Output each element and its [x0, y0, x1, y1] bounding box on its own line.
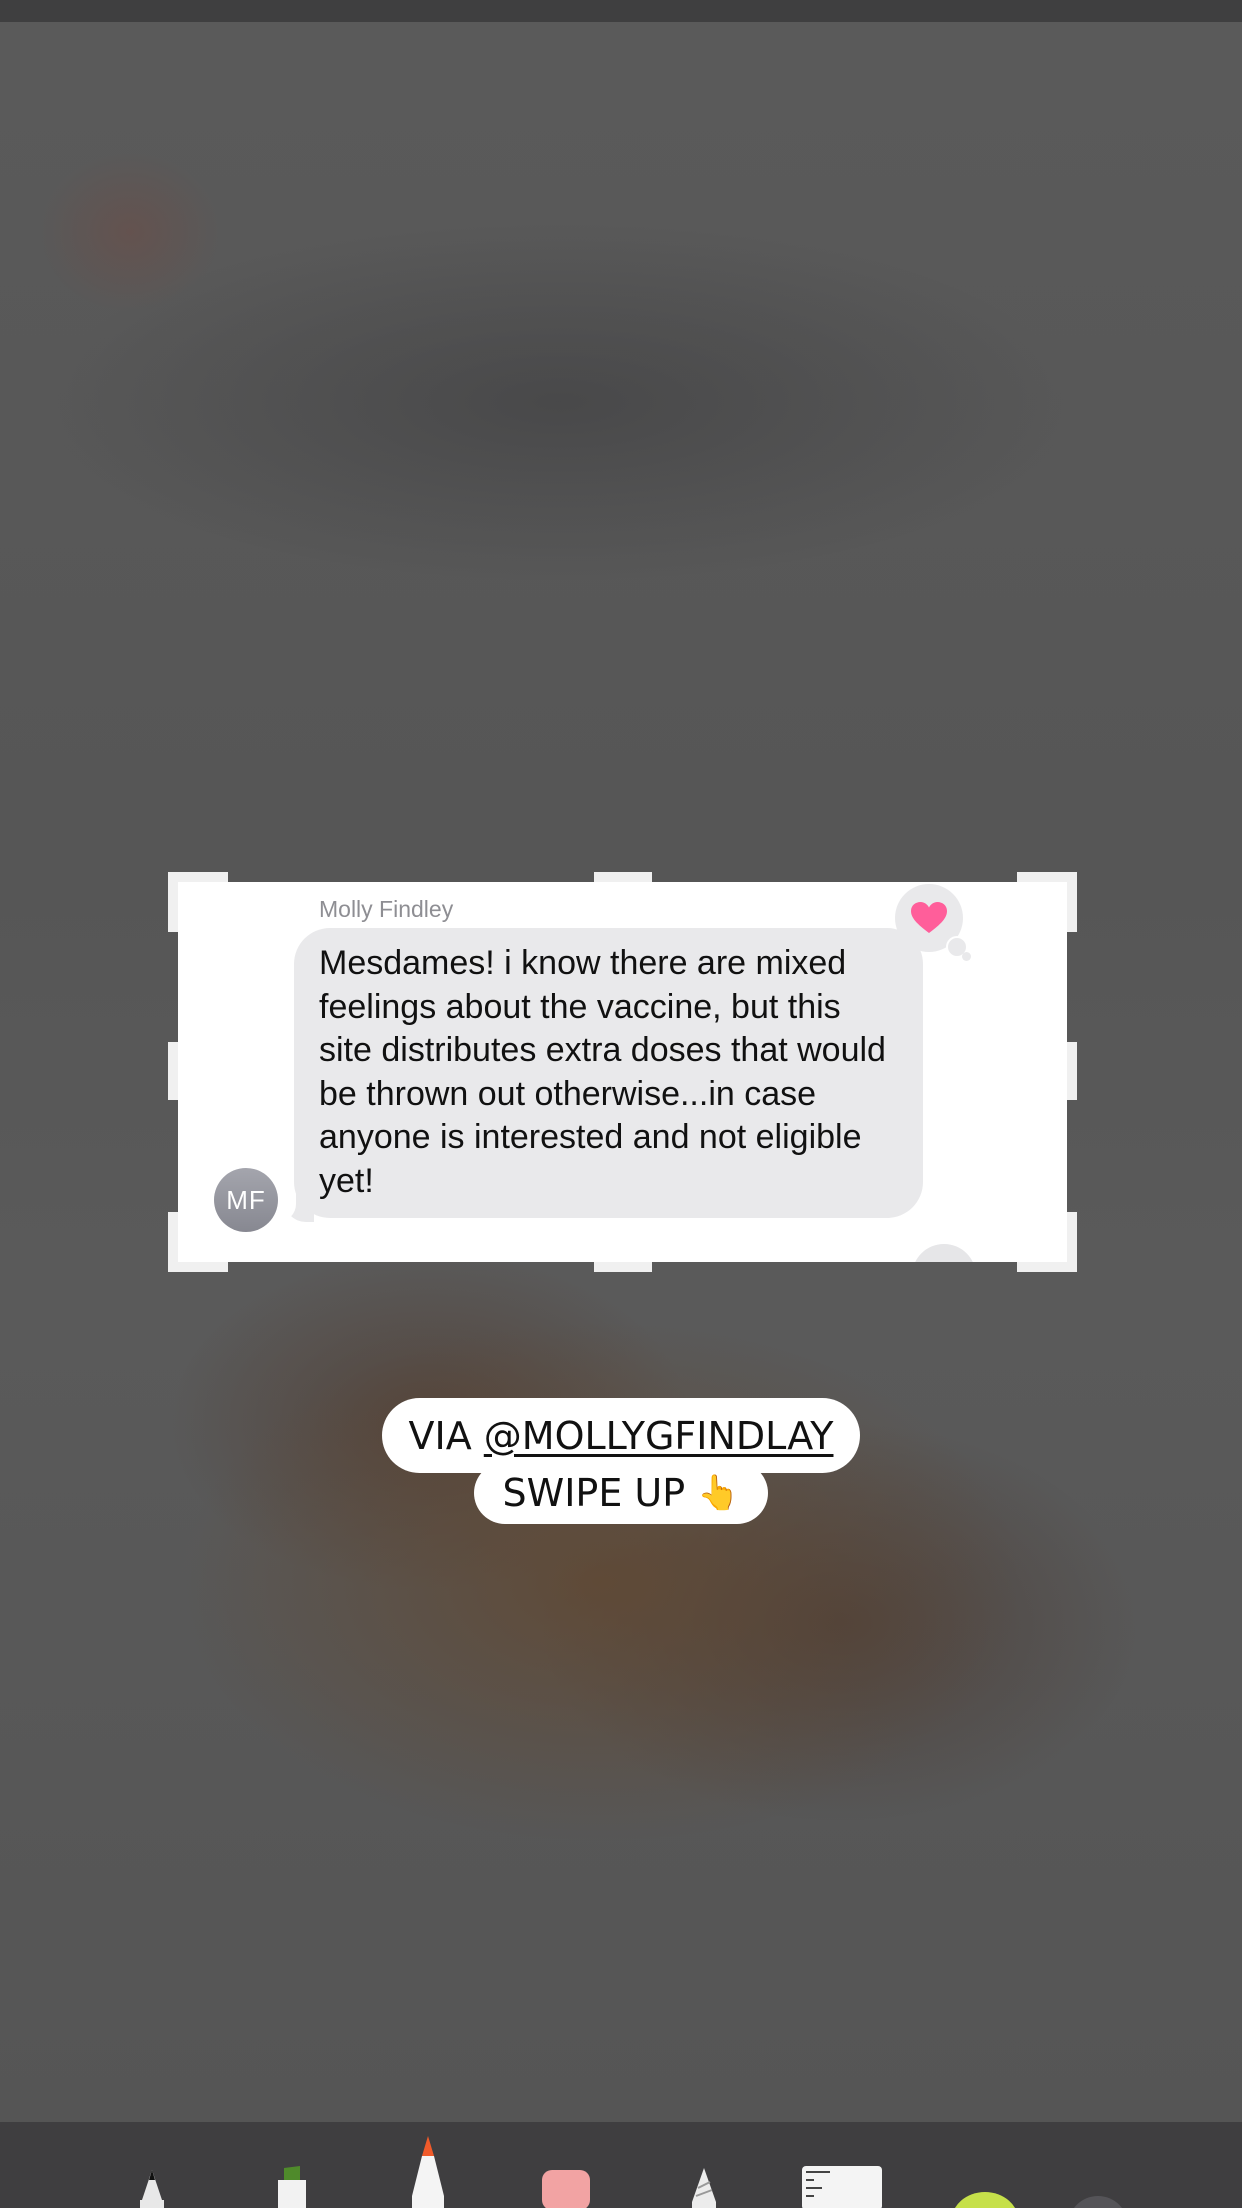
heart-icon [911, 902, 947, 933]
eraser-tool-icon[interactable] [540, 2170, 592, 2208]
resize-handle-top[interactable] [594, 872, 652, 882]
pencil-tool-icon[interactable] [408, 2136, 448, 2208]
mention-link[interactable]: @MOLLYGFINDLAY [484, 1414, 834, 1458]
message-screenshot-sticker[interactable]: Molly Findley Mesdames! i know there are… [168, 872, 1077, 1272]
caption-swipe-up[interactable]: SWIPE UP 👆 [474, 1462, 768, 1524]
pointing-up-icon: 👆 [697, 1473, 740, 1513]
lasso-tool-icon[interactable] [684, 2168, 724, 2208]
more-tools-icon[interactable] [1068, 2196, 1128, 2208]
message-card: Molly Findley Mesdames! i know there are… [178, 882, 1067, 1262]
ruler-tool-icon[interactable] [800, 2166, 884, 2208]
message-text: Mesdames! i know there are mixed feeling… [319, 944, 886, 1200]
marker-tool-icon[interactable] [272, 2166, 312, 2208]
caption-prefix: VIA [408, 1413, 484, 1458]
avatar: MF [214, 1168, 278, 1232]
pen-tool-icon[interactable] [134, 2170, 170, 2208]
top-status-strip [0, 0, 1242, 22]
swipe-up-label: SWIPE UP [502, 1471, 686, 1515]
color-picker-icon[interactable] [950, 2192, 1020, 2208]
resize-handle-left[interactable] [168, 1042, 178, 1100]
next-message-avatar [912, 1244, 976, 1262]
message-bubble: Mesdames! i know there are mixed feeling… [294, 928, 923, 1218]
resize-handle-right[interactable] [1067, 1042, 1077, 1100]
resize-handle-bottom[interactable] [594, 1262, 652, 1272]
markup-toolbar [0, 2122, 1242, 2208]
sender-name: Molly Findley [319, 896, 454, 922]
